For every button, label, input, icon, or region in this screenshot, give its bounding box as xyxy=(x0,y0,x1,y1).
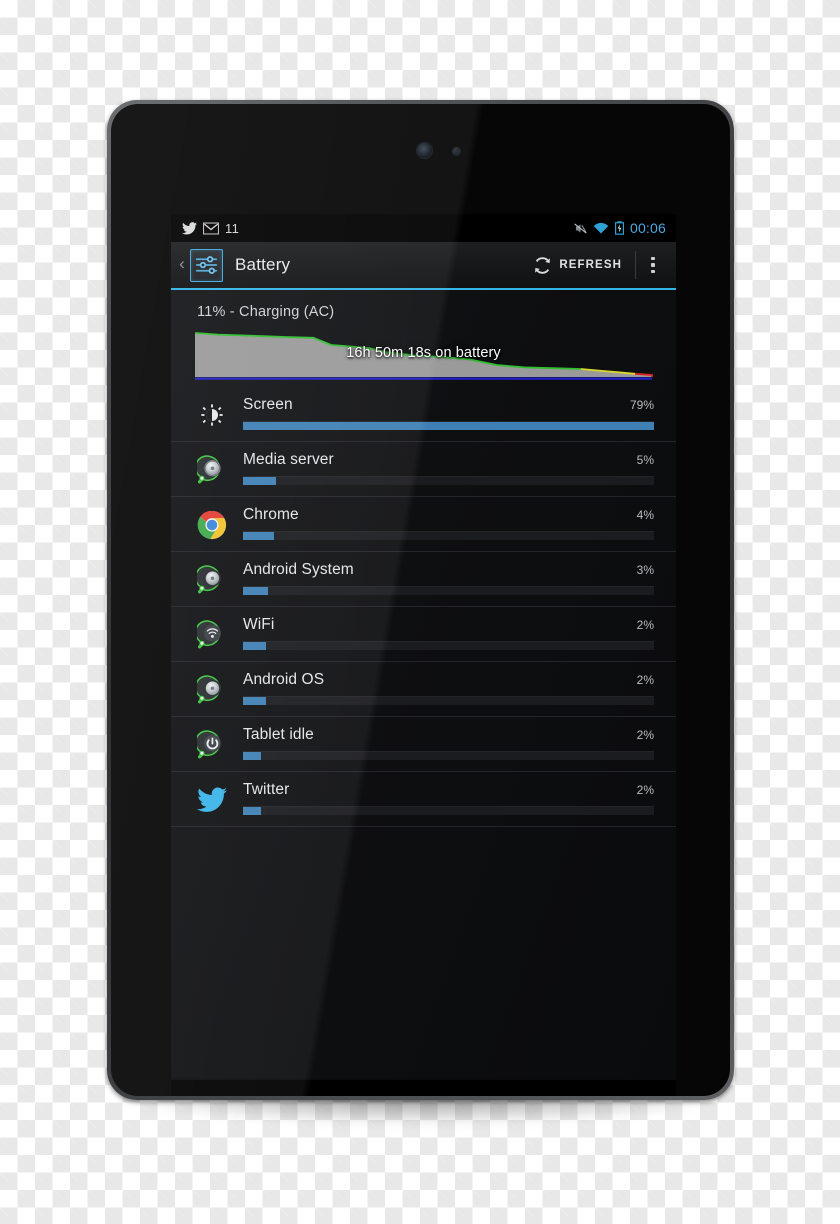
android-process-icon xyxy=(195,563,229,597)
settings-sliders-icon[interactable] xyxy=(190,248,223,282)
app-percent: 2% xyxy=(636,618,654,632)
row-header: Chrome 4% xyxy=(243,506,654,524)
usage-progress-bar xyxy=(243,641,654,650)
navigation-bar xyxy=(171,1080,676,1096)
app-percent: 79% xyxy=(629,398,654,412)
app-percent: 4% xyxy=(636,508,654,522)
app-percent: 2% xyxy=(636,783,654,797)
row-content: Android OS 2% xyxy=(243,671,654,705)
home-button[interactable] xyxy=(393,1086,453,1096)
notification-count: 11 xyxy=(225,220,240,236)
wifi-process-icon xyxy=(195,618,229,652)
action-bar-actions: REFRESH xyxy=(529,243,668,287)
tablet-device: 11 00:06 ‹ Battery REFRESH 11% - Chargin… xyxy=(107,100,734,1100)
twitter-icon xyxy=(182,221,197,235)
status-bar-clock: 00:06 xyxy=(629,220,666,236)
status-bar-system-icons[interactable]: 00:06 xyxy=(574,220,666,236)
usage-progress-bar xyxy=(243,531,654,540)
app-percent: 5% xyxy=(636,453,654,467)
row-content: Screen 79% xyxy=(243,396,654,430)
table-row[interactable]: Media server 5% xyxy=(171,442,676,497)
refresh-icon xyxy=(533,256,552,275)
back-button[interactable] xyxy=(225,1086,285,1096)
table-row[interactable]: Screen 79% xyxy=(171,387,676,442)
device-bezel: 11 00:06 ‹ Battery REFRESH 11% - Chargin… xyxy=(111,104,730,1096)
app-name: Tablet idle xyxy=(243,726,314,743)
row-content: Chrome 4% xyxy=(243,506,654,540)
app-percent: 3% xyxy=(636,563,654,577)
row-content: Android System 3% xyxy=(243,561,654,595)
usage-progress-bar xyxy=(243,751,654,760)
refresh-button[interactable]: REFRESH xyxy=(529,243,633,287)
usage-progress-bar xyxy=(243,696,654,705)
action-bar-divider xyxy=(635,251,636,279)
row-content: WiFi 2% xyxy=(243,616,654,650)
overflow-menu-icon[interactable] xyxy=(638,243,668,287)
app-name: Chrome xyxy=(243,506,299,523)
refresh-label: REFRESH xyxy=(559,259,622,271)
android-process-icon xyxy=(195,673,229,707)
usage-progress-bar xyxy=(243,421,654,430)
android-process-icon xyxy=(195,453,229,487)
table-row[interactable]: Tablet idle 2% xyxy=(171,717,676,772)
row-content: Twitter 2% xyxy=(243,781,654,815)
row-content: Tablet idle 2% xyxy=(243,726,654,760)
table-row[interactable]: Android System 3% xyxy=(171,552,676,607)
app-percent: 2% xyxy=(636,728,654,742)
app-name: Media server xyxy=(243,451,334,468)
row-header: Tablet idle 2% xyxy=(243,726,654,744)
battery-history-chart[interactable]: 16h 50m 18s on battery xyxy=(193,329,654,381)
page-title: Battery xyxy=(235,255,291,274)
app-name: Twitter xyxy=(243,781,290,798)
table-row[interactable]: Android OS 2% xyxy=(171,662,676,717)
action-bar: ‹ Battery REFRESH xyxy=(171,242,676,290)
home-icon xyxy=(409,1096,437,1097)
battery-usage-list: Screen 79% Media server 5% Chrome 4% And… xyxy=(171,387,676,827)
status-bar: 11 00:06 xyxy=(171,214,676,242)
app-percent: 2% xyxy=(636,673,654,687)
front-camera-icon xyxy=(417,143,432,158)
brightness-icon xyxy=(195,398,229,432)
twitter-app-icon xyxy=(195,783,229,817)
app-name: Android System xyxy=(243,561,354,578)
table-row[interactable]: Chrome 4% xyxy=(171,497,676,552)
recents-icon xyxy=(579,1096,605,1097)
back-arrow-icon xyxy=(241,1096,269,1097)
up-navigation-chevron-icon[interactable]: ‹ xyxy=(175,254,189,274)
recents-button[interactable] xyxy=(562,1086,622,1096)
chrome-icon xyxy=(195,508,229,542)
usage-progress-bar xyxy=(243,476,654,485)
row-header: Screen 79% xyxy=(243,396,654,414)
app-name: Android OS xyxy=(243,671,325,688)
row-header: Media server 5% xyxy=(243,451,654,469)
chart-annotation: 16h 50m 18s on battery xyxy=(346,345,501,361)
ambient-light-sensor-icon xyxy=(452,147,461,156)
device-screen: 11 00:06 ‹ Battery REFRESH 11% - Chargin… xyxy=(171,214,676,1080)
row-content: Media server 5% xyxy=(243,451,654,485)
usage-progress-bar xyxy=(243,806,654,815)
app-name: WiFi xyxy=(243,616,275,633)
mute-icon xyxy=(574,222,587,235)
status-bar-notifications[interactable]: 11 xyxy=(182,221,239,236)
row-header: Android System 3% xyxy=(243,561,654,579)
wifi-icon xyxy=(593,222,609,234)
row-header: WiFi 2% xyxy=(243,616,654,634)
charge-status-text: 11% - Charging (AC) xyxy=(197,304,335,320)
table-row[interactable]: Twitter 2% xyxy=(171,772,676,827)
table-row[interactable]: WiFi 2% xyxy=(171,607,676,662)
power-idle-icon xyxy=(195,728,229,762)
gmail-icon xyxy=(203,222,219,235)
row-header: Android OS 2% xyxy=(243,671,654,689)
battery-charging-icon xyxy=(614,221,624,235)
battery-content: 11% - Charging (AC) 16h 50m 18s on batte… xyxy=(171,290,676,1078)
usage-progress-bar xyxy=(243,586,654,595)
row-header: Twitter 2% xyxy=(243,781,654,799)
app-name: Screen xyxy=(243,396,293,413)
